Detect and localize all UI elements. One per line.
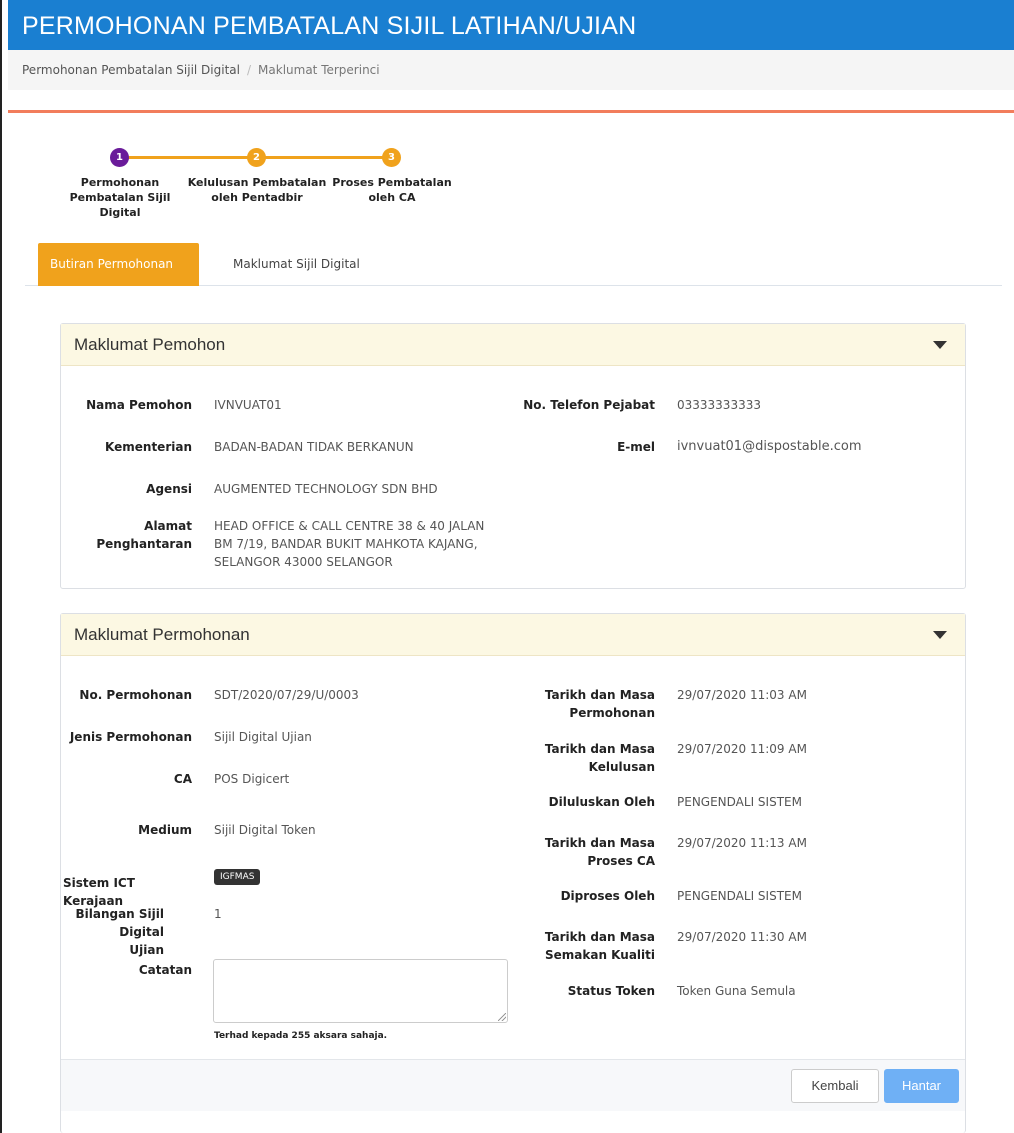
resize-grip-icon[interactable]	[498, 1013, 506, 1021]
breadcrumb: Permohonan Pembatalan Sijil Digital / Makl…	[8, 50, 1014, 90]
panel-maklumat-permohonan: Maklumat Permohonan No. Permohonan SDT/2…	[60, 613, 966, 1133]
stepper-connector-1	[120, 156, 260, 159]
page-title: PERMOHONAN PEMBATALAN SIJIL LATIHAN/UJIA…	[8, 0, 1014, 50]
value-diproses-oleh: PENGENDALI SISTEM	[677, 889, 802, 903]
label-kementerian: Kementerian	[105, 440, 192, 454]
label-bilangan-line1: Bilangan Sijil Digital	[75, 907, 164, 939]
value-tarikh-semakan: 29/07/2020 11:30 AM	[677, 930, 807, 944]
panel-title-permohonan: Maklumat Permohonan	[74, 625, 250, 644]
value-kementerian: BADAN-BADAN TIDAK BERKANUN	[214, 440, 414, 454]
label-tarikh-kelulusan: Tarikh dan Masa Kelulusan	[461, 740, 655, 776]
step-3-label: Proses Pembatalan oleh CA	[322, 175, 462, 205]
label-telefon-pejabat: No. Telefon Pejabat	[523, 398, 655, 412]
breadcrumb-separator: /	[246, 63, 252, 77]
tab-bar: Butiran Permohonan Maklumat Sijil Digita…	[25, 243, 1002, 286]
panel-header-permohonan[interactable]: Maklumat Permohonan	[61, 614, 965, 656]
value-telefon-pejabat: 03333333333	[677, 398, 761, 412]
label-tarikh-permohonan-line2: Permohonan	[569, 706, 655, 720]
value-alamat-line3: SELANGOR 43000 SELANGOR	[214, 555, 393, 569]
value-diluluskan-oleh: PENGENDALI SISTEM	[677, 795, 802, 809]
value-status-token: Token Guna Semula	[677, 984, 796, 998]
tab-maklumat-sijil-digital[interactable]: Maklumat Sijil Digital	[221, 243, 372, 286]
step-3-circle: 3	[382, 148, 401, 167]
panel-header-pemohon[interactable]: Maklumat Pemohon	[61, 324, 965, 366]
tab-butiran-permohonan[interactable]: Butiran Permohonan	[38, 243, 199, 286]
catatan-help-text: Terhad kepada 255 aksara sahaja.	[214, 1031, 388, 1041]
value-medium: Sijil Digital Token	[214, 823, 316, 837]
step-1-circle: 1	[110, 148, 129, 167]
label-tarikh-proses-line1: Tarikh dan Masa	[544, 836, 655, 850]
label-nama-pemohon: Nama Pemohon	[86, 398, 192, 412]
value-tarikh-proses: 29/07/2020 11:13 AM	[677, 836, 807, 850]
label-tarikh-semakan: Tarikh dan Masa Semakan Kualiti	[461, 928, 655, 964]
step-2-label-line1: Kelulusan Pembatalan	[187, 176, 327, 189]
label-bilangan-sijil: Bilangan Sijil Digital Ujian	[61, 905, 164, 959]
header-divider	[8, 110, 1014, 113]
value-tarikh-permohonan: 29/07/2020 11:03 AM	[677, 688, 807, 702]
label-alamat-penghantaran: Alamat Penghantaran	[61, 517, 192, 553]
value-ca: POS Digicert	[214, 772, 290, 786]
badge-igfmas: IGFMAS	[214, 869, 261, 885]
label-tarikh-semakan-line2: Semakan Kualiti	[545, 948, 655, 962]
kembali-button[interactable]: Kembali	[791, 1069, 879, 1103]
label-diluluskan-oleh: Diluluskan Oleh	[548, 795, 655, 809]
label-catatan: Catatan	[138, 963, 192, 977]
label-medium: Medium	[138, 823, 192, 837]
step-2-circle: 2	[247, 148, 266, 167]
caret-down-icon[interactable]	[933, 341, 947, 349]
window-left-border	[0, 0, 2, 1133]
label-tarikh-kelulusan-line1: Tarikh dan Masa	[544, 742, 655, 756]
label-agensi: Agensi	[146, 482, 192, 496]
hantar-button[interactable]: Hantar	[884, 1069, 959, 1103]
value-nama-pemohon: IVNVUAT01	[214, 398, 282, 412]
label-status-token: Status Token	[567, 984, 655, 998]
caret-down-icon[interactable]	[933, 631, 947, 639]
label-emel: E-mel	[617, 440, 655, 454]
label-no-permohonan: No. Permohonan	[79, 688, 192, 702]
label-tarikh-kelulusan-line2: Kelulusan	[588, 760, 655, 774]
label-jenis-permohonan: Jenis Permohonan	[69, 730, 192, 744]
value-emel: ivnvuat01@dispostable.com	[677, 439, 862, 454]
label-bilangan-line2: Ujian	[129, 943, 164, 957]
step-2-label-line2: oleh Pentadbir	[211, 191, 303, 204]
step-1-label-line2: Pembatalan Sijil Digital	[69, 191, 171, 219]
progress-stepper: 1 2 3 Permohonan Pembatalan Sijil Digita…	[50, 145, 470, 219]
value-alamat: HEAD OFFICE & CALL CENTRE 38 & 40 JALAN …	[214, 517, 484, 571]
breadcrumb-current: Maklumat Terperinci	[258, 63, 380, 77]
panel-maklumat-pemohon: Maklumat Pemohon Nama Pemohon IVNVUAT01 …	[60, 323, 966, 589]
label-diproses-oleh: Diproses Oleh	[560, 889, 655, 903]
label-alamat-line1: Alamat	[144, 519, 192, 533]
value-jenis-permohonan: Sijil Digital Ujian	[214, 730, 312, 744]
label-alamat-line2: Penghantaran	[96, 537, 192, 551]
label-ca: CA	[173, 772, 192, 786]
label-tarikh-permohonan: Tarikh dan Masa Permohonan	[461, 686, 655, 722]
stepper-connector-2	[260, 156, 395, 159]
step-3-label-line1: Proses Pembatalan	[332, 176, 452, 189]
step-2-label: Kelulusan Pembatalan oleh Pentadbir	[187, 175, 327, 205]
label-tarikh-permohonan-line1: Tarikh dan Masa	[544, 688, 655, 702]
step-3-label-line2: oleh CA	[368, 191, 416, 204]
breadcrumb-link-permohonan[interactable]: Permohonan Pembatalan Sijil Digital	[22, 63, 240, 77]
value-bilangan-sijil: 1	[214, 907, 222, 921]
value-alamat-line1: HEAD OFFICE & CALL CENTRE 38 & 40 JALAN	[214, 519, 485, 533]
value-no-permohonan: SDT/2020/07/29/U/0003	[214, 688, 359, 702]
value-agensi: AUGMENTED TECHNOLOGY SDN BHD	[214, 482, 438, 496]
label-tarikh-semakan-line1: Tarikh dan Masa	[544, 930, 655, 944]
panel-footer: Kembali Hantar	[61, 1059, 965, 1111]
step-1-label-line1: Permohonan	[80, 176, 160, 189]
label-tarikh-proses-line2: Proses CA	[587, 854, 655, 868]
label-tarikh-proses: Tarikh dan Masa Proses CA	[461, 834, 655, 870]
panel-title-pemohon: Maklumat Pemohon	[74, 335, 226, 354]
value-alamat-line2: BM 7/19, BANDAR BUKIT MAHKOTA KAJANG,	[214, 537, 478, 551]
value-tarikh-kelulusan: 29/07/2020 11:09 AM	[677, 742, 807, 756]
step-1-label: Permohonan Pembatalan Sijil Digital	[50, 175, 190, 220]
